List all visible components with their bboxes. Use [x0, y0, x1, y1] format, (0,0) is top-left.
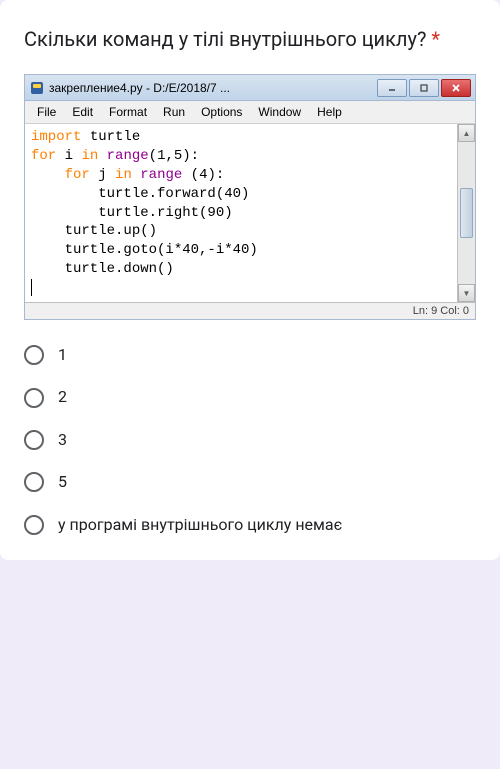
- radio-icon: [24, 430, 44, 450]
- menu-run[interactable]: Run: [155, 103, 193, 121]
- options-group: 1 2 3 5 у програмі внутрішнього циклу не…: [24, 344, 476, 536]
- option-3[interactable]: 3: [24, 429, 476, 451]
- code-window: закрепление4.py - D:/E/2018/7 ... File E…: [24, 74, 476, 320]
- menu-format[interactable]: Format: [101, 103, 155, 121]
- cursor-position: Ln: 9 Col: 0: [413, 305, 469, 317]
- option-label: 5: [58, 471, 67, 493]
- window-controls: [377, 79, 471, 97]
- question-card: Скільки команд у тілі внутрішнього циклу…: [0, 0, 500, 560]
- titlebar: закрепление4.py - D:/E/2018/7 ...: [25, 75, 475, 101]
- question-title: Скільки команд у тілі внутрішнього циклу…: [24, 24, 476, 54]
- text-cursor: [31, 279, 32, 296]
- minimize-button[interactable]: [377, 79, 407, 97]
- menu-edit[interactable]: Edit: [64, 103, 101, 121]
- option-label: 2: [58, 386, 67, 408]
- scroll-thumb[interactable]: [460, 188, 473, 238]
- radio-icon: [24, 472, 44, 492]
- menubar: File Edit Format Run Options Window Help: [25, 101, 475, 124]
- scroll-up-button[interactable]: ▲: [458, 124, 475, 142]
- window-title: закрепление4.py - D:/E/2018/7 ...: [49, 81, 377, 95]
- code-text[interactable]: import turtle for i in range(1,5): for j…: [25, 124, 457, 302]
- option-label: у програмі внутрішнього циклу немає: [58, 514, 342, 536]
- close-button[interactable]: [441, 79, 471, 97]
- radio-icon: [24, 388, 44, 408]
- option-5[interactable]: 5: [24, 471, 476, 493]
- maximize-button[interactable]: [409, 79, 439, 97]
- option-label: 3: [58, 429, 67, 451]
- statusbar: Ln: 9 Col: 0: [25, 302, 475, 319]
- menu-help[interactable]: Help: [309, 103, 350, 121]
- option-1[interactable]: 1: [24, 344, 476, 366]
- option-none[interactable]: у програмі внутрішнього циклу немає: [24, 514, 476, 536]
- editor-area: import turtle for i in range(1,5): for j…: [25, 124, 475, 302]
- question-text: Скільки команд у тілі внутрішнього циклу…: [24, 27, 426, 51]
- required-asterisk: *: [431, 27, 440, 51]
- radio-icon: [24, 345, 44, 365]
- python-icon: [29, 80, 45, 96]
- radio-icon: [24, 515, 44, 535]
- menu-window[interactable]: Window: [250, 103, 309, 121]
- menu-options[interactable]: Options: [193, 103, 250, 121]
- menu-file[interactable]: File: [29, 103, 64, 121]
- scroll-down-button[interactable]: ▼: [458, 284, 475, 302]
- option-2[interactable]: 2: [24, 386, 476, 408]
- option-label: 1: [58, 344, 67, 366]
- vertical-scrollbar[interactable]: ▲ ▼: [457, 124, 475, 302]
